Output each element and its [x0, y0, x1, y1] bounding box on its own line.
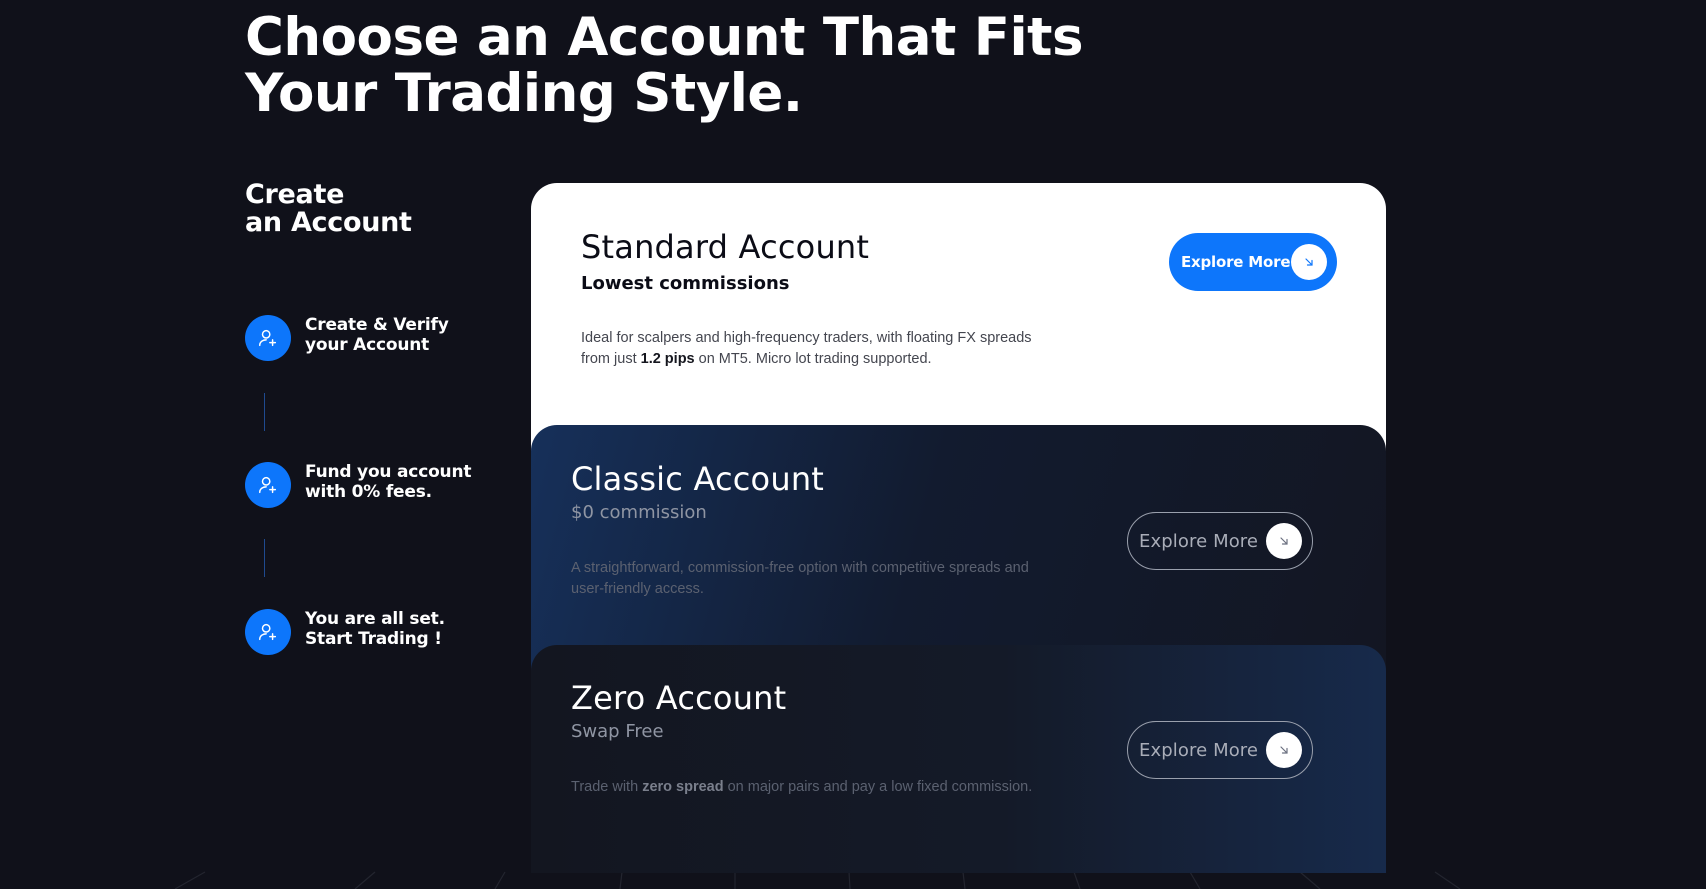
step-label-line-1: Create & Verify — [305, 315, 449, 335]
add-user-icon — [245, 462, 291, 508]
step-label: You are all set. Start Trading ! — [305, 609, 495, 649]
step-connector — [264, 539, 265, 577]
add-user-icon — [245, 315, 291, 361]
step-create-verify: Create & Verify your Account — [245, 315, 495, 361]
standard-account-card: Standard Account Lowest commissions Idea… — [531, 183, 1386, 463]
step-label-line-2: with 0% fees. — [305, 482, 432, 502]
classic-explore-more-button[interactable]: Explore More — [1127, 512, 1313, 570]
card-description-line-2: user-friendly access. — [571, 581, 704, 597]
step-label-line-1: You are all set. — [305, 609, 445, 629]
card-title: Zero Account — [571, 679, 787, 717]
card-description: Trade with zero spread on major pairs an… — [571, 777, 1091, 798]
button-label: Explore More — [1181, 253, 1291, 271]
card-title: Standard Account — [581, 228, 870, 266]
card-description-text: from just — [581, 351, 641, 367]
card-description-highlight: 1.2 pips — [640, 351, 695, 367]
step-label-line-1: Fund you account — [305, 462, 472, 482]
step-label: Create & Verify your Account — [305, 315, 495, 355]
button-label: Explore More — [1139, 530, 1259, 552]
step-fund-account: Fund you account with 0% fees. — [245, 462, 495, 508]
button-label: Explore More — [1139, 739, 1259, 761]
card-subtitle: $0 commission — [571, 502, 707, 523]
card-description: Ideal for scalpers and high-frequency tr… — [581, 328, 1061, 370]
step-start-trading: You are all set. Start Trading ! — [245, 609, 495, 655]
steps-title-line-1: Create — [245, 179, 345, 210]
step-connector — [264, 393, 265, 431]
zero-account-card: Zero Account Swap Free Trade with zero s… — [531, 645, 1386, 873]
step-label-line-2: Start Trading ! — [305, 629, 442, 649]
card-description: A straightforward, commission-free optio… — [571, 558, 1051, 600]
card-description-line-1: Ideal for scalpers and high-frequency tr… — [581, 330, 1032, 346]
steps-title-line-2: an Account — [245, 207, 412, 238]
steps-title: Create an Account — [245, 181, 412, 237]
card-subtitle: Lowest commissions — [581, 273, 790, 294]
page-title-line-2: Your Trading Style. — [245, 63, 803, 124]
standard-explore-more-button[interactable]: Explore More — [1169, 233, 1337, 291]
card-description-text: on major pairs and pay a low fixed commi… — [723, 779, 1033, 795]
arrow-down-right-icon — [1291, 244, 1327, 280]
page-title-line-1: Choose an Account That Fits — [245, 7, 1084, 68]
card-description-text: Trade with — [571, 779, 643, 795]
card-subtitle: Swap Free — [571, 721, 664, 742]
page-title: Choose an Account That Fits Your Trading… — [245, 10, 1145, 122]
card-description-line-1: A straightforward, commission-free optio… — [571, 560, 1029, 576]
add-user-icon — [245, 609, 291, 655]
card-description-highlight: zero spread — [642, 779, 724, 795]
step-label-line-2: your Account — [305, 335, 430, 355]
zero-explore-more-button[interactable]: Explore More — [1127, 721, 1313, 779]
step-label: Fund you account with 0% fees. — [305, 462, 495, 502]
card-description-text: on MT5. Micro lot trading supported. — [694, 351, 932, 367]
arrow-down-right-icon — [1266, 523, 1302, 559]
arrow-down-right-icon — [1266, 732, 1302, 768]
card-title: Classic Account — [571, 460, 825, 498]
